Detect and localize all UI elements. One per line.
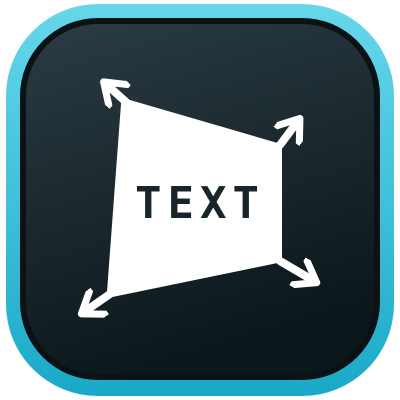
icon-label: TEXT [135,178,265,229]
text-transform-app-icon: TEXT [6,4,394,396]
app-icon-stage: TEXT [0,0,400,400]
